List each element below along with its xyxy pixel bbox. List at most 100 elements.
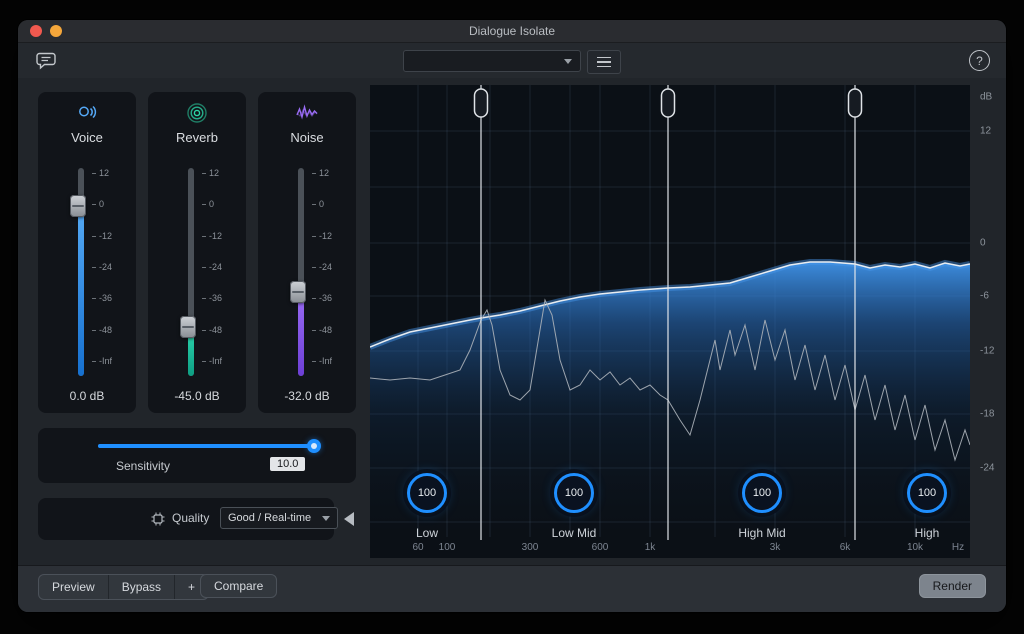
sensitivity-label: Sensitivity xyxy=(116,459,170,473)
db-label: -12 xyxy=(980,346,994,357)
help-button[interactable]: ? xyxy=(969,50,990,71)
voice-module: Voice 12 0 -12 -24 -36 -48 -Inf 0.0 dB xyxy=(38,92,136,413)
noise-label: Noise xyxy=(258,130,356,145)
quality-value: Good / Real-time xyxy=(228,512,311,524)
band-label-high-mid: High Mid xyxy=(738,526,785,540)
sensitivity-slider-handle[interactable] xyxy=(307,439,321,453)
render-button[interactable]: Render xyxy=(919,574,986,598)
fader-tick: -48 xyxy=(202,326,222,335)
db-label: dB xyxy=(980,92,992,103)
fader-tick: 0 xyxy=(312,200,332,209)
fader-tick: -12 xyxy=(92,232,112,241)
freq-label: Hz xyxy=(952,542,964,553)
cpu-icon xyxy=(150,511,166,532)
fader-tick: -48 xyxy=(92,326,112,335)
freq-label: 1k xyxy=(645,542,656,553)
hamburger-icon xyxy=(597,57,611,59)
spectrum-plot[interactable]: 100Low100Low Mid100High Mid100High601003… xyxy=(370,85,970,558)
fader-tick: -12 xyxy=(312,232,332,241)
quality-label: Quality xyxy=(172,511,209,525)
plugin-window: Dialogue Isolate ? xyxy=(18,20,1006,612)
fader-tick: 12 xyxy=(92,169,112,178)
crossover-handle-3[interactable] xyxy=(849,89,862,117)
preset-controls xyxy=(403,50,621,74)
freq-label: 60 xyxy=(412,542,423,553)
fader-tick: -Inf xyxy=(312,357,332,366)
fader-tick: 0 xyxy=(92,200,112,209)
fader-tick: 12 xyxy=(202,169,222,178)
chevron-down-icon xyxy=(564,59,572,64)
spectrum-analyzer: 100Low100Low Mid100High Mid100High601003… xyxy=(370,85,1006,558)
titlebar[interactable]: Dialogue Isolate xyxy=(18,20,1006,43)
chevron-down-icon xyxy=(322,516,330,521)
fader-tick: -Inf xyxy=(92,357,112,366)
fader-tick: -24 xyxy=(202,263,222,272)
chat-bubble-icon xyxy=(35,50,57,72)
fader-tick: 12 xyxy=(312,169,332,178)
reverb-fader-handle[interactable] xyxy=(180,316,196,338)
fader-tick: 0 xyxy=(202,200,222,209)
reverb-icon xyxy=(148,100,246,128)
sensitivity-value[interactable]: 10.0 xyxy=(270,457,305,471)
reverb-module: Reverb 12 0 -12 -24 -36 -48 -Inf -45.0 dB xyxy=(148,92,246,413)
toolbar: ? xyxy=(18,43,1006,79)
feedback-button[interactable] xyxy=(34,49,58,73)
db-label: -6 xyxy=(980,291,989,302)
fader-tick: -24 xyxy=(92,263,112,272)
window-title: Dialogue Isolate xyxy=(18,24,1006,38)
band-knob-high[interactable]: 100 xyxy=(907,473,947,513)
bottom-bar: Preview Bypass + Compare Render xyxy=(18,565,1006,612)
fader-scale: 120-12-24-36-48-Inf xyxy=(312,169,332,366)
noise-fader-handle[interactable] xyxy=(290,281,306,303)
db-label: 0 xyxy=(980,238,986,249)
fader-tick: -36 xyxy=(202,294,222,303)
noise-module: Noise 120-12-24-36-48-Inf -32.0 dB xyxy=(258,92,356,413)
preview-button[interactable]: Preview xyxy=(39,575,109,599)
freq-label: 300 xyxy=(522,542,539,553)
freq-label: 600 xyxy=(592,542,609,553)
voice-icon xyxy=(38,100,136,128)
freq-label: 10k xyxy=(907,542,923,553)
quality-module: Quality Good / Real-time xyxy=(38,498,334,540)
fader-tick: -48 xyxy=(312,326,332,335)
compare-button[interactable]: Compare xyxy=(200,574,277,598)
fader-scale: 12 0 -12 -24 -36 -48 -Inf xyxy=(202,169,222,366)
fader-tick: -36 xyxy=(312,294,332,303)
collapse-panel-arrow[interactable] xyxy=(344,512,354,526)
freq-label: 3k xyxy=(770,542,781,553)
band-knob-low[interactable]: 100 xyxy=(407,473,447,513)
reverb-label: Reverb xyxy=(148,130,246,145)
db-scale: dB 12 0 -6 -12 -18 -24 xyxy=(970,85,1006,558)
bypass-button[interactable]: Bypass xyxy=(109,575,175,599)
band-knob-high-mid[interactable]: 100 xyxy=(742,473,782,513)
noise-fader-fill xyxy=(298,292,304,376)
sensitivity-module: Sensitivity 10.0 xyxy=(38,428,356,483)
voice-value: 0.0 dB xyxy=(38,389,136,403)
sensitivity-slider[interactable] xyxy=(98,444,314,448)
noise-icon xyxy=(258,100,356,128)
band-label-low: Low xyxy=(416,526,438,540)
fader-tick: -12 xyxy=(202,232,222,241)
db-label: 12 xyxy=(980,126,991,137)
voice-fader-fill xyxy=(78,206,84,377)
crossover-handle-1[interactable] xyxy=(475,89,488,117)
sensitivity-slider-fill xyxy=(98,444,314,448)
db-label: -24 xyxy=(980,463,994,474)
voice-label: Voice xyxy=(38,130,136,145)
db-label: -18 xyxy=(980,409,994,420)
voice-fader-handle[interactable] xyxy=(70,195,86,217)
fader-tick: -36 xyxy=(92,294,112,303)
fader-tick: -Inf xyxy=(202,357,222,366)
question-mark-icon: ? xyxy=(976,54,983,68)
freq-label: 6k xyxy=(840,542,851,553)
noise-value: -32.0 dB xyxy=(258,389,356,403)
band-knob-low-mid[interactable]: 100 xyxy=(554,473,594,513)
fader-scale: 12 0 -12 -24 -36 -48 -Inf xyxy=(92,169,112,366)
preset-select[interactable] xyxy=(403,50,581,72)
spectrum-canvas xyxy=(370,85,970,558)
freq-label: 100 xyxy=(439,542,456,553)
reverb-value: -45.0 dB xyxy=(148,389,246,403)
preset-menu-button[interactable] xyxy=(587,50,621,74)
quality-select[interactable]: Good / Real-time xyxy=(220,507,338,529)
crossover-handle-2[interactable] xyxy=(662,89,675,117)
